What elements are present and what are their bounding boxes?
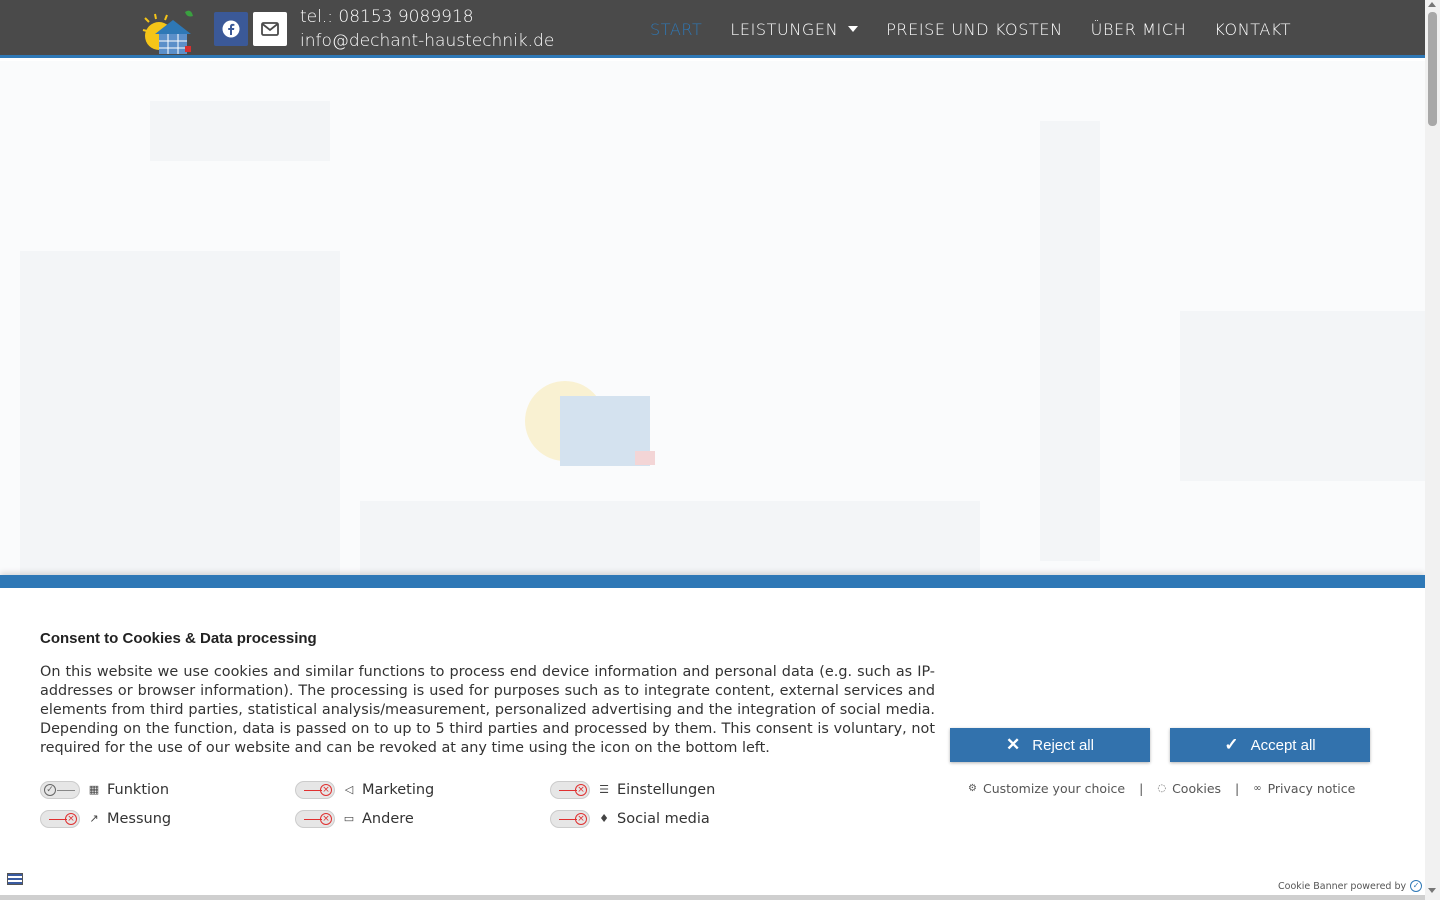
toggle-label: Marketing: [362, 781, 435, 798]
main-nav: START LEISTUNGEN PREISE UND KOSTEN ÜBER …: [636, 0, 1305, 58]
nav-item-start[interactable]: START: [636, 20, 716, 39]
reject-label: Reject all: [1032, 736, 1094, 754]
nav-label: START: [650, 19, 703, 39]
toggle-label: Social media: [617, 810, 710, 827]
toggle-label: Funktion: [107, 781, 170, 798]
site-header: tel.: 08153 9089918 info@dechant-haustec…: [0, 0, 1425, 58]
link-icon: ∞: [1253, 783, 1262, 794]
accept-label: Accept all: [1250, 736, 1316, 754]
hero-background-shape: [360, 501, 980, 575]
toggle-einstellungen[interactable]: × ☰ Einstellungen: [550, 780, 805, 799]
consent-title: Consent to Cookies & Data processing: [40, 630, 317, 647]
scroll-up-icon[interactable]: [1428, 2, 1436, 7]
customize-choice-link[interactable]: ⚙ Customize your choice: [968, 781, 1125, 796]
email-address[interactable]: info@dechant-haustechnik.de: [300, 29, 554, 53]
gear-icon: ⚙: [968, 783, 977, 794]
cookies-link[interactable]: ◌ Cookies: [1157, 781, 1221, 796]
toggle-messung[interactable]: × ↗ Messung: [40, 809, 295, 828]
checkmark-icon: ✓: [1224, 735, 1239, 754]
link-label: Privacy notice: [1267, 781, 1356, 796]
nav-label: ÜBER MICH: [1090, 19, 1187, 39]
shield-check-icon: ✓: [1410, 880, 1423, 892]
toggle-label: Andere: [362, 810, 414, 827]
toggle-label: Einstellungen: [617, 781, 716, 798]
powered-by[interactable]: Cookie Banner powered by ✓: [1278, 880, 1423, 892]
envelope-icon: [261, 22, 279, 36]
cookie-icon: ◌: [1157, 783, 1167, 794]
toggle-social-media[interactable]: × ♦ Social media: [550, 809, 805, 828]
nav-label: LEISTUNGEN: [730, 19, 839, 39]
megaphone-icon: ◁: [344, 783, 354, 796]
toggle-marketing[interactable]: × ◁ Marketing: [295, 780, 550, 799]
link-label: Customize your choice: [982, 781, 1126, 796]
toggle-switch[interactable]: ×: [550, 780, 590, 799]
thumbs-up-icon: ♦: [599, 812, 609, 825]
grid-icon: ▦: [88, 783, 100, 796]
privacy-notice-link[interactable]: ∞ Privacy notice: [1253, 781, 1355, 796]
hero-background-shape: [150, 101, 330, 161]
toggle-switch[interactable]: ×: [295, 780, 335, 799]
accept-all-button[interactable]: ✓ Accept all: [1170, 728, 1370, 762]
powered-by-text: Cookie Banner powered by: [1278, 880, 1407, 892]
hero-background-shape: [20, 251, 340, 575]
hero-background-shape: [1040, 121, 1100, 561]
scrollbar-thumb[interactable]: [1428, 12, 1437, 126]
nav-item-ueber-mich[interactable]: ÜBER MICH: [1077, 20, 1201, 39]
link-separator: |: [1235, 781, 1240, 796]
language-flag-icon[interactable]: [7, 873, 23, 885]
nav-label: KONTAKT: [1214, 19, 1292, 39]
facebook-icon: [222, 20, 240, 38]
nav-item-leistungen[interactable]: LEISTUNGEN: [716, 20, 872, 39]
toggle-switch[interactable]: ✓: [40, 780, 80, 799]
toggle-label: Messung: [107, 810, 172, 827]
close-icon: ✕: [1006, 735, 1021, 754]
reject-all-button[interactable]: ✕ Reject all: [950, 728, 1150, 762]
nav-label: PREISE UND KOSTEN: [886, 19, 1063, 39]
toggle-andere[interactable]: × ▭ Andere: [295, 809, 550, 828]
chart-icon: ↗: [89, 812, 99, 825]
nav-item-preise[interactable]: PREISE UND KOSTEN: [872, 20, 1076, 39]
sliders-icon: ☰: [599, 783, 609, 796]
scroll-down-icon[interactable]: [1428, 888, 1436, 893]
page-bottom-strip: [0, 895, 1425, 900]
email-button[interactable]: [253, 12, 287, 46]
phone-number[interactable]: tel.: 08153 9089918: [300, 5, 554, 29]
toggle-switch[interactable]: ×: [295, 809, 335, 828]
scrollbar-track[interactable]: [1425, 0, 1440, 900]
chat-icon: ▭: [343, 812, 355, 825]
nav-item-kontakt[interactable]: KONTAKT: [1200, 20, 1305, 39]
consent-toggles: ✓ ▦ Funktion × ◁ Marketing × ☰ Einstellu…: [40, 780, 820, 828]
facebook-button[interactable]: [214, 12, 248, 46]
contact-info: tel.: 08153 9089918 info@dechant-haustec…: [300, 5, 554, 53]
toggle-funktion[interactable]: ✓ ▦ Funktion: [40, 780, 295, 799]
link-separator: |: [1139, 781, 1144, 796]
company-logo[interactable]: [141, 6, 199, 56]
cookie-consent-banner: Consent to Cookies & Data processing On …: [0, 575, 1425, 895]
toggle-switch[interactable]: ×: [550, 809, 590, 828]
caret-down-icon: [848, 26, 859, 32]
link-label: Cookies: [1172, 781, 1222, 796]
hero-background-shape: [1180, 311, 1425, 481]
consent-text: On this website we use cookies and simil…: [40, 664, 935, 756]
toggle-switch[interactable]: ×: [40, 809, 80, 828]
hero-section: [0, 61, 1425, 575]
consent-links: ⚙ Customize your choice | ◌ Cookies | ∞ …: [968, 781, 1355, 796]
hero-logo-watermark: [525, 381, 655, 466]
